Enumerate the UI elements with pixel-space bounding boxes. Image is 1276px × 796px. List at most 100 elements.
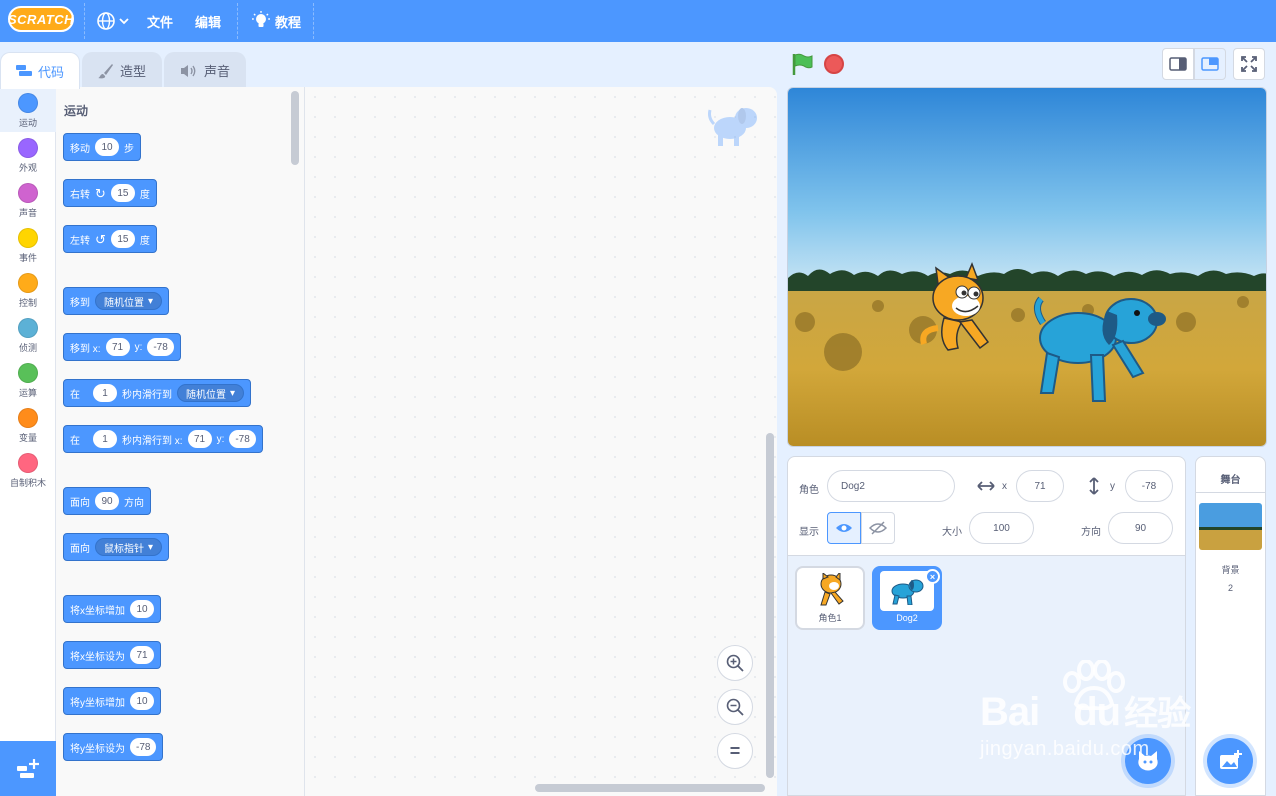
tutorials-menu[interactable]: 教程 [252, 0, 301, 42]
show-sprite-button[interactable] [827, 512, 861, 544]
towards-target-dropdown[interactable]: 鼠标指针 ▾ [95, 538, 163, 556]
palette-scrollbar[interactable] [291, 91, 299, 165]
block-text: 移到 x: [70, 343, 101, 355]
tab-sounds[interactable]: 声音 [164, 52, 246, 88]
degrees-input[interactable]: 15 [110, 230, 135, 248]
category-dot [18, 453, 38, 473]
category-variables[interactable]: 变量 [0, 402, 56, 447]
tab-costumes[interactable]: 造型 [82, 52, 162, 88]
caret-down-icon: ▾ [148, 541, 154, 553]
dropdown-label: 随机位置 [186, 389, 226, 401]
point-direction-block[interactable]: 面向 90 方向 [63, 487, 151, 515]
size-input[interactable]: 100 [969, 512, 1034, 544]
choose-sprite-button[interactable] [1125, 738, 1171, 784]
choose-backdrop-button[interactable] [1207, 738, 1253, 784]
dropdown-label: 鼠标指针 [104, 543, 144, 555]
sprite-name-input[interactable]: Dog2 [827, 470, 955, 502]
x-input[interactable]: 71 [187, 430, 212, 448]
change-x-block[interactable]: 将x坐标增加 10 [63, 595, 161, 623]
change-x-input[interactable]: 10 [130, 600, 154, 618]
y-input[interactable]: -78 [229, 430, 256, 448]
stage[interactable] [787, 87, 1267, 447]
zoom-out-icon [726, 698, 744, 716]
vertical-scrollbar[interactable] [766, 433, 774, 778]
language-menu[interactable] [96, 0, 129, 42]
stage-canvas [788, 88, 1266, 446]
category-control[interactable]: 控制 [0, 267, 56, 312]
category-dot [18, 363, 38, 383]
set-x-block[interactable]: 将x坐标设为 71 [63, 641, 161, 669]
goto-target-dropdown[interactable]: 随机位置 ▾ [95, 292, 163, 310]
normal-stage-button[interactable] [1194, 48, 1226, 80]
glide-target-dropdown[interactable]: 随机位置 ▾ [177, 384, 245, 402]
degrees-input[interactable]: 15 [110, 184, 135, 202]
sky [788, 88, 1266, 293]
glide-to-block[interactable]: 在 1 秒内滑行到 随机位置 ▾ [63, 379, 252, 407]
y-input[interactable]: -78 [147, 338, 174, 356]
block-text: 右转 [70, 189, 90, 201]
tab-code-label: 代码 [37, 64, 64, 80]
caret-down-icon [119, 18, 129, 25]
tab-sounds-label: 声音 [203, 64, 230, 79]
close-icon: × [929, 571, 936, 582]
show-label: 显示 [799, 527, 819, 538]
category-motion[interactable]: 运动 [0, 87, 56, 132]
category-sensing[interactable]: 侦测 [0, 312, 56, 357]
change-y-input[interactable]: 10 [130, 692, 154, 710]
category-label: 自制积木 [9, 478, 46, 488]
zoom-in-button[interactable] [717, 645, 753, 681]
turn-right-block[interactable]: 右转 ↻ 15 度 [63, 179, 157, 207]
fullscreen-button[interactable] [1233, 48, 1265, 80]
block-text: 左转 [70, 235, 90, 247]
field [788, 291, 1266, 446]
tab-code[interactable]: 代码 [0, 52, 80, 89]
turn-left-block[interactable]: 左转 ↺ 15 度 [63, 225, 157, 253]
category-events[interactable]: 事件 [0, 222, 56, 267]
category-my-blocks[interactable]: 自制积木 [0, 447, 56, 492]
category-looks[interactable]: 外观 [0, 132, 56, 177]
y-input[interactable]: -78 [1125, 470, 1173, 502]
block-text: 度 [139, 235, 150, 247]
seconds-input[interactable]: 1 [93, 430, 117, 448]
point-towards-block[interactable]: 面向 鼠标指针 ▾ [63, 533, 170, 561]
set-y-input[interactable]: -78 [130, 738, 157, 756]
caret-down-icon: ▾ [230, 387, 236, 399]
edit-menu[interactable]: 编辑 [195, 0, 221, 42]
small-stage-button[interactable] [1162, 48, 1194, 80]
goto-xy-block[interactable]: 移到 x: 71 y: -78 [63, 333, 181, 361]
set-y-block[interactable]: 将y坐标设为 -78 [63, 733, 164, 761]
x-input[interactable]: 71 [105, 338, 130, 356]
glide-xy-block[interactable]: 在 1 秒内滑行到 x: 71 y: -78 [63, 425, 263, 453]
add-extension-button[interactable] [0, 741, 56, 796]
speaker-icon [180, 64, 196, 77]
zoom-reset-button[interactable]: = [717, 733, 753, 769]
category-sound[interactable]: 声音 [0, 177, 56, 222]
goto-block[interactable]: 移到 随机位置 ▾ [63, 287, 170, 315]
horizontal-scrollbar[interactable] [535, 784, 765, 792]
move-steps-block[interactable]: 移动 10 步 [63, 133, 141, 161]
seconds-input[interactable]: 1 [93, 384, 117, 402]
hide-sprite-button[interactable] [861, 512, 895, 544]
normal-stage-icon [1201, 57, 1219, 71]
rotate-right-icon: ↻ [95, 185, 106, 201]
steps-input[interactable]: 10 [95, 138, 119, 156]
set-x-input[interactable]: 71 [130, 646, 154, 664]
zoom-out-button[interactable] [717, 689, 753, 725]
green-flag-button[interactable] [790, 52, 814, 76]
sprite-name: Dog2 [896, 613, 918, 623]
direction-input[interactable]: 90 [95, 492, 119, 510]
category-label: 事件 [18, 253, 37, 263]
file-menu[interactable]: 文件 [147, 0, 173, 42]
x-arrows-icon [977, 481, 995, 491]
scratch-logo[interactable]: SCRATCH [8, 6, 74, 32]
change-y-block[interactable]: 将y坐标增加 10 [63, 687, 161, 715]
rotate-left-icon: ↺ [95, 231, 106, 247]
stop-button[interactable] [824, 54, 844, 74]
sprite-tile[interactable]: 角色1 [795, 566, 865, 630]
x-input[interactable]: 71 [1016, 470, 1064, 502]
delete-sprite-button[interactable]: × [925, 569, 940, 584]
direction-input[interactable]: 90 [1108, 512, 1173, 544]
category-operators[interactable]: 运算 [0, 357, 56, 402]
block-text: 方向 [124, 497, 144, 509]
script-area[interactable] [305, 87, 777, 796]
